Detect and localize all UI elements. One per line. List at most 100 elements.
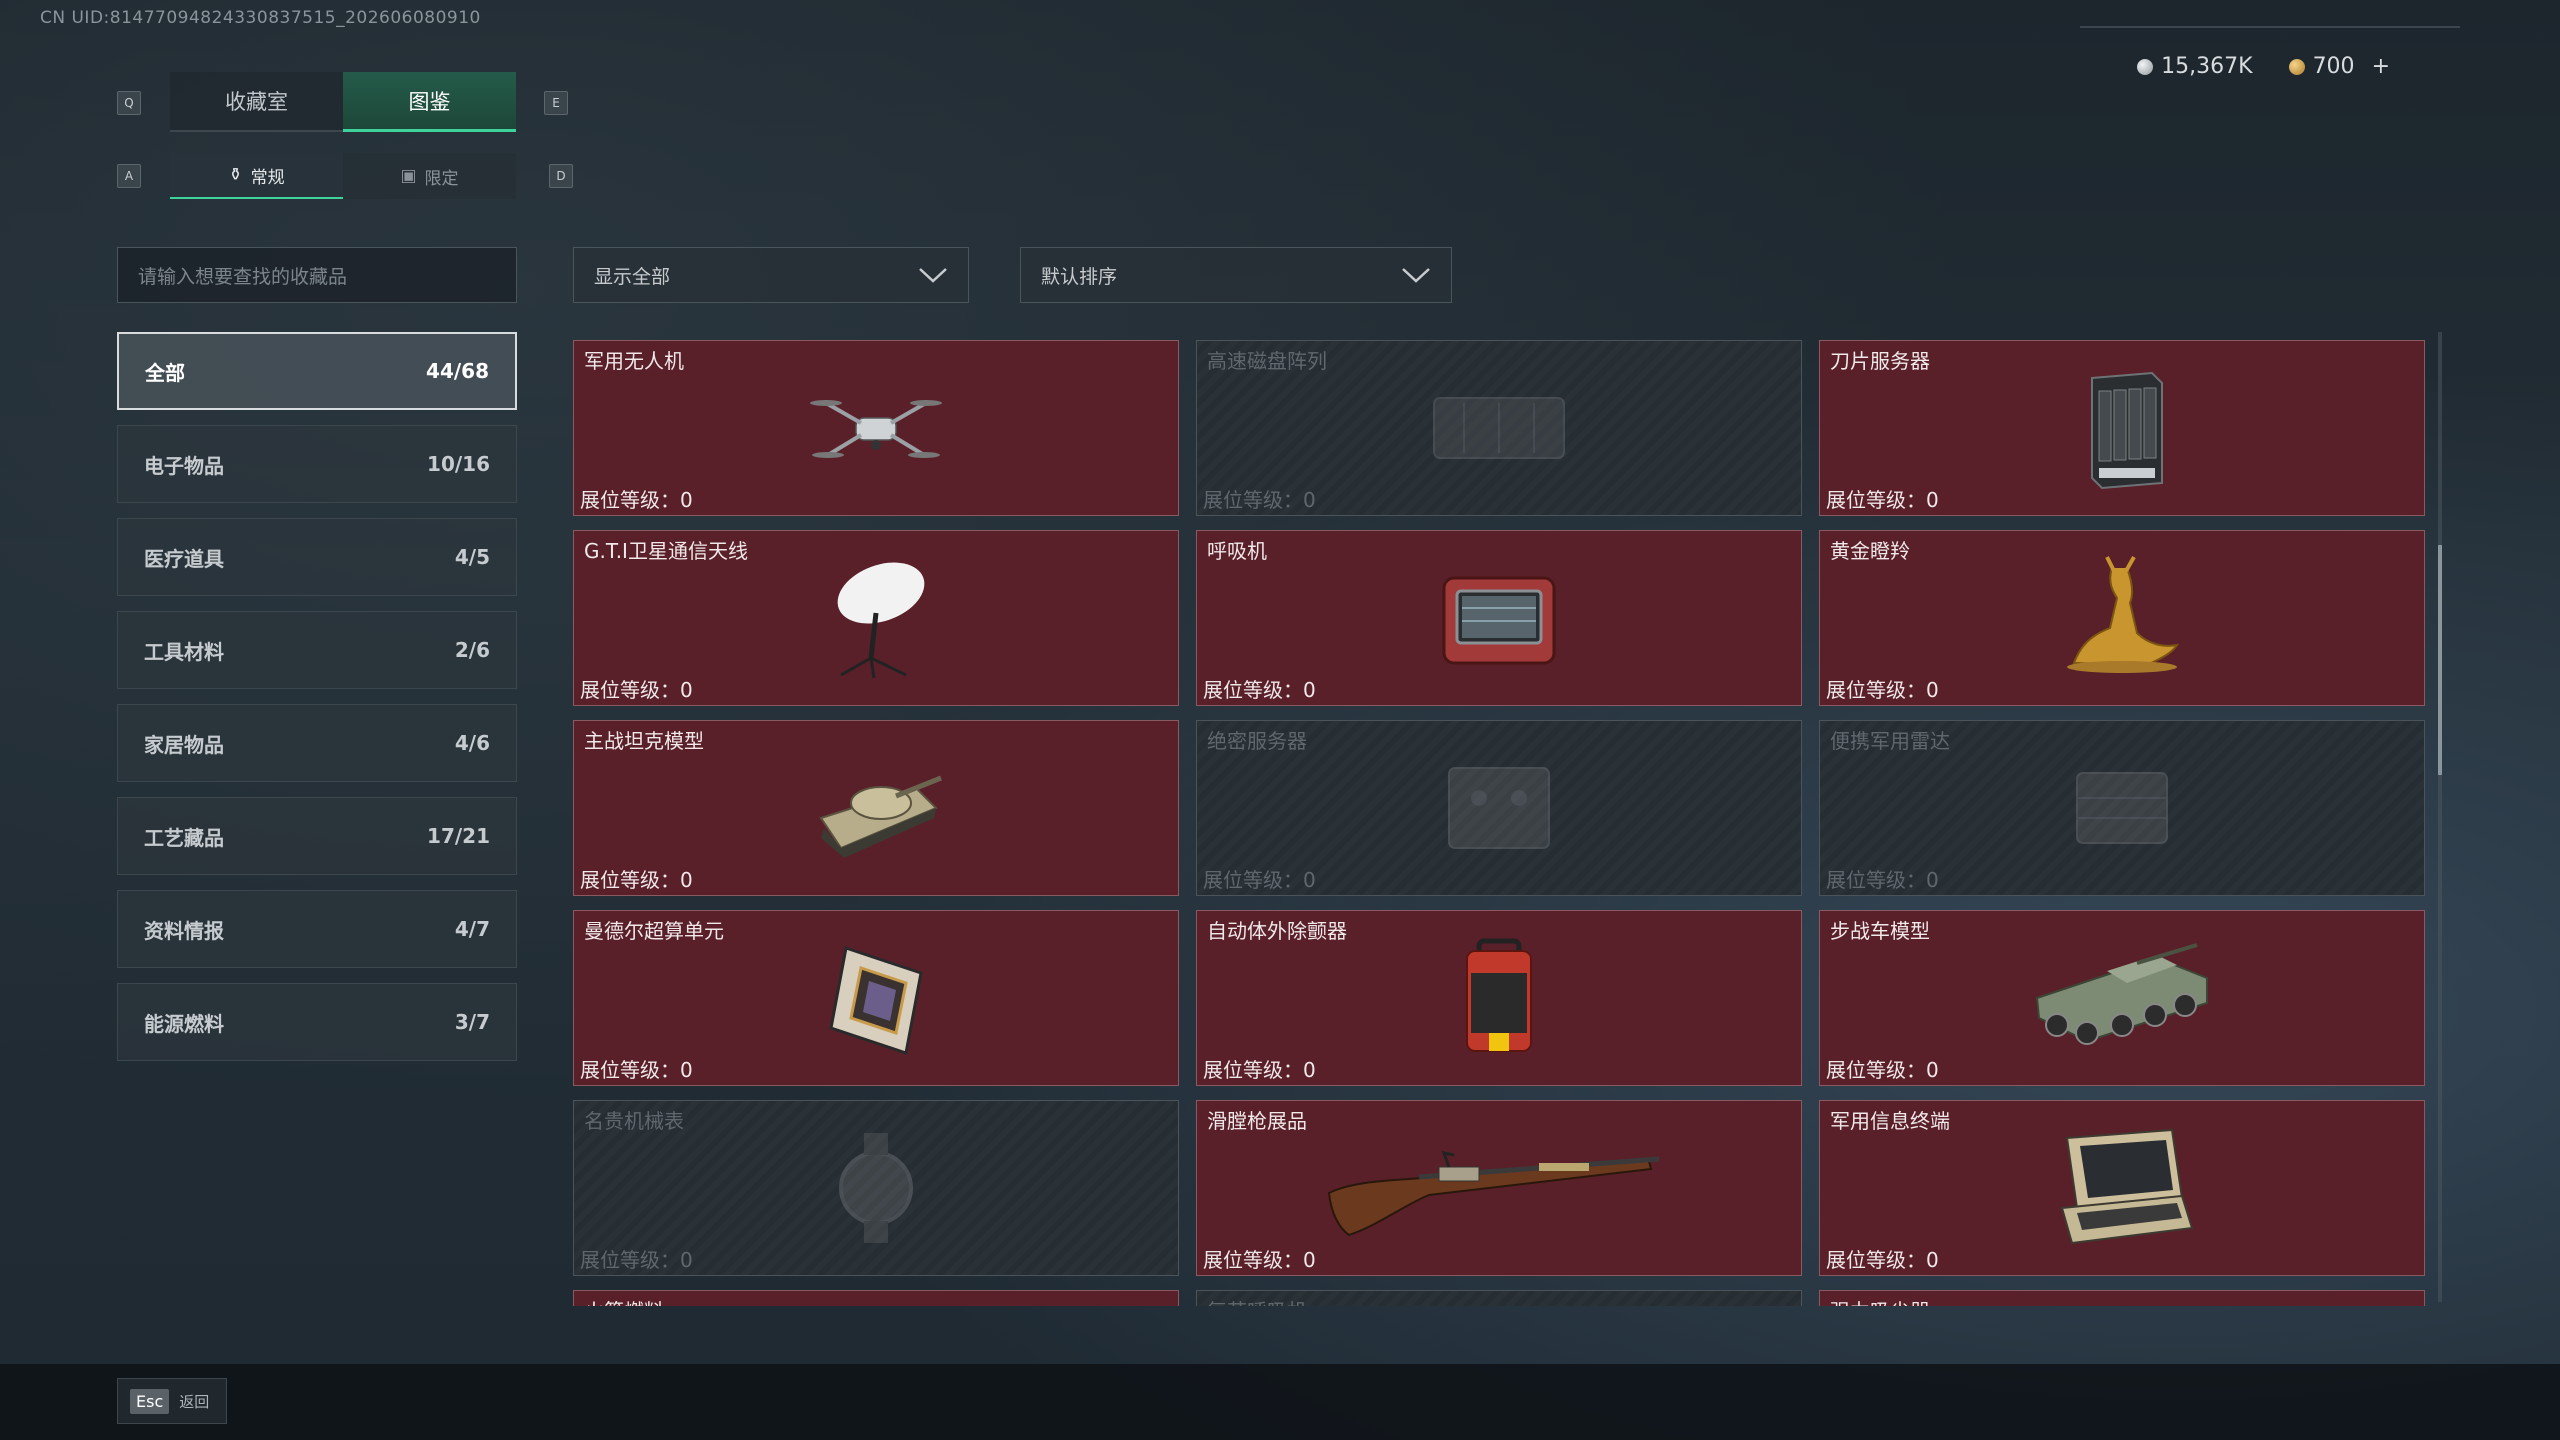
watch-icon bbox=[839, 1133, 913, 1243]
key-hint-d: D bbox=[549, 164, 573, 188]
item-card[interactable]: 火箭燃料 bbox=[573, 1290, 1179, 1306]
category-all[interactable]: 全部 44/68 bbox=[117, 332, 517, 410]
sort-label: 默认排序 bbox=[1041, 265, 1118, 288]
secret-server-icon bbox=[1448, 767, 1550, 849]
category-household[interactable]: 家居物品 4/6 bbox=[117, 704, 517, 782]
item-level: 展位等级：0 bbox=[1826, 1058, 1939, 1082]
item-name: 绝密服务器 bbox=[1207, 729, 1307, 753]
item-card[interactable]: 军用信息终端 展位等级：0 bbox=[1819, 1100, 2425, 1276]
category-label: 电子物品 bbox=[144, 453, 224, 478]
subtab-regular-label: 常规 bbox=[250, 167, 285, 188]
item-card[interactable]: 强力吸尘器 bbox=[1819, 1290, 2425, 1306]
item-card[interactable]: 高速磁盘阵列 展位等级：0 bbox=[1196, 340, 1802, 516]
item-card[interactable]: 呼吸机 展位等级：0 bbox=[1196, 530, 1802, 706]
item-name: 军用信息终端 bbox=[1830, 1109, 1950, 1133]
item-card[interactable]: G.T.I卫星通信天线 展位等级：0 bbox=[573, 530, 1179, 706]
category-label: 医疗道具 bbox=[144, 546, 224, 571]
tab-collection-room[interactable]: 收藏室 bbox=[170, 72, 343, 132]
item-name: 刀片服务器 bbox=[1830, 349, 1930, 373]
item-name: 自动体外除颤器 bbox=[1207, 919, 1347, 943]
silver-amount: 15,367K bbox=[2161, 54, 2253, 79]
back-label: 返回 bbox=[179, 1392, 210, 1411]
category-label: 工具材料 bbox=[144, 639, 224, 664]
item-card[interactable]: 滑膛枪展品 展位等级：0 bbox=[1196, 1100, 1802, 1276]
add-currency-button[interactable]: + bbox=[2372, 54, 2390, 79]
key-hint-a: A bbox=[117, 164, 141, 188]
item-level: 展位等级：0 bbox=[1203, 1248, 1316, 1272]
item-name: 黄金瞪羚 bbox=[1830, 539, 1910, 563]
scrollbar-thumb[interactable] bbox=[2438, 545, 2442, 775]
main-tabs: 收藏室 图鉴 bbox=[170, 72, 516, 132]
category-count: 17/21 bbox=[427, 824, 490, 848]
item-card[interactable]: 绝密服务器 展位等级：0 bbox=[1196, 720, 1802, 896]
item-level: 展位等级：0 bbox=[1826, 1248, 1939, 1272]
item-level: 展位等级：0 bbox=[580, 488, 693, 512]
item-level: 展位等级：0 bbox=[1826, 868, 1939, 892]
item-card[interactable]: 复苏呼吸机 bbox=[1196, 1290, 1802, 1306]
category-tools[interactable]: 工具材料 2/6 bbox=[117, 611, 517, 689]
silver-coin-icon bbox=[2137, 59, 2154, 75]
golden-gazelle-icon bbox=[2067, 556, 2180, 673]
item-name: 火箭燃料 bbox=[584, 1295, 664, 1306]
sub-tabs: ⚱ 常规 ▣ 限定 bbox=[170, 153, 516, 199]
item-card[interactable]: 主战坦克模型 展位等级：0 bbox=[573, 720, 1179, 896]
category-count: 10/16 bbox=[427, 452, 490, 476]
key-hint-e: E bbox=[544, 91, 568, 115]
top-decor-line bbox=[2080, 26, 2460, 28]
chevron-down-icon bbox=[919, 268, 947, 283]
item-level: 展位等级：0 bbox=[1826, 678, 1939, 702]
item-level: 展位等级：0 bbox=[580, 1248, 693, 1272]
category-count: 44/68 bbox=[426, 359, 489, 383]
category-count: 4/6 bbox=[454, 731, 490, 755]
server-icon bbox=[2091, 371, 2163, 490]
esc-key-hint: Esc bbox=[130, 1388, 170, 1414]
item-name: G.T.I卫星通信天线 bbox=[584, 539, 748, 563]
musket-icon bbox=[1327, 1151, 1660, 1237]
category-count: 4/5 bbox=[454, 545, 490, 569]
category-label: 工艺藏品 bbox=[144, 825, 224, 850]
collection-grid: 军用无人机 展位等级：0 高速磁盘阵列 展位等级：0 刀片服务器 展位等级：0 bbox=[573, 340, 2425, 1306]
item-level: 展位等级：0 bbox=[1203, 488, 1316, 512]
item-card[interactable]: 刀片服务器 展位等级：0 bbox=[1819, 340, 2425, 516]
item-card[interactable]: 黄金瞪羚 展位等级：0 bbox=[1819, 530, 2425, 706]
subtab-regular[interactable]: ⚱ 常规 bbox=[170, 153, 343, 199]
category-medical[interactable]: 医疗道具 4/5 bbox=[117, 518, 517, 596]
item-level: 展位等级：0 bbox=[580, 678, 693, 702]
category-fuel[interactable]: 能源燃料 3/7 bbox=[117, 983, 517, 1061]
item-name: 步战车模型 bbox=[1830, 919, 1930, 943]
search-input[interactable]: 请输入想要查找的收藏品 bbox=[117, 247, 517, 303]
item-card[interactable]: 名贵机械表 展位等级：0 bbox=[573, 1100, 1179, 1276]
back-button[interactable]: Esc 返回 bbox=[117, 1378, 227, 1424]
image-icon: ▣ bbox=[400, 166, 417, 186]
scrollbar-track[interactable] bbox=[2438, 332, 2442, 1302]
category-crafts[interactable]: 工艺藏品 17/21 bbox=[117, 797, 517, 875]
category-list: 全部 44/68 电子物品 10/16 医疗道具 4/5 工具材料 2/6 家居物品 4/… bbox=[117, 332, 517, 1076]
bottom-bar bbox=[0, 1364, 2560, 1440]
filter-label: 显示全部 bbox=[594, 265, 671, 288]
category-electronics[interactable]: 电子物品 10/16 bbox=[117, 425, 517, 503]
category-label: 资料情报 bbox=[144, 918, 224, 943]
ifv-icon bbox=[2035, 943, 2208, 1045]
item-card[interactable]: 便携军用雷达 展位等级：0 bbox=[1819, 720, 2425, 896]
item-card[interactable]: 军用无人机 展位等级：0 bbox=[573, 340, 1179, 516]
item-name: 滑膛枪展品 bbox=[1207, 1109, 1307, 1133]
item-card[interactable]: 自动体外除颤器 展位等级：0 bbox=[1196, 910, 1802, 1086]
gold-amount: 700 bbox=[2312, 54, 2355, 79]
item-name: 便携军用雷达 bbox=[1830, 729, 1950, 753]
item-card[interactable]: 曼德尔超算单元 展位等级：0 bbox=[573, 910, 1179, 1086]
tab-catalog[interactable]: 图鉴 bbox=[343, 72, 516, 132]
uid-label: CN UID:8147709482433083751​5_20260608091… bbox=[40, 8, 481, 28]
item-name: 复苏呼吸机 bbox=[1207, 1295, 1307, 1306]
category-intel[interactable]: 资料情报 4/7 bbox=[117, 890, 517, 968]
item-card[interactable]: 步战车模型 展位等级：0 bbox=[1819, 910, 2425, 1086]
sort-dropdown[interactable]: 默认排序 bbox=[1020, 247, 1452, 303]
category-count: 2/6 bbox=[454, 638, 490, 662]
item-name: 呼吸机 bbox=[1207, 539, 1267, 563]
subtab-limited[interactable]: ▣ 限定 bbox=[343, 153, 516, 199]
item-name: 高速磁盘阵列 bbox=[1207, 349, 1327, 373]
category-label: 家居物品 bbox=[144, 732, 224, 757]
item-level: 展位等级：0 bbox=[1203, 1058, 1316, 1082]
filter-dropdown[interactable]: 显示全部 bbox=[573, 247, 969, 303]
vase-icon: ⚱ bbox=[228, 165, 243, 185]
gold-coin-icon bbox=[2288, 59, 2305, 75]
